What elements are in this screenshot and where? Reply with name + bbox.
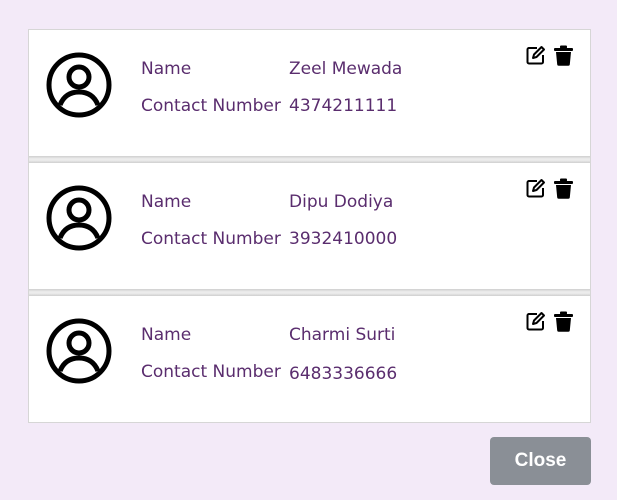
contact-number-label: Contact Number [141, 96, 281, 116]
contact-card: Name Charmi Surti Contact Number 6483336… [29, 296, 590, 422]
contact-number: 4374211111 [289, 96, 398, 116]
user-circle-icon [46, 318, 112, 384]
card-divider [29, 289, 590, 296]
contact-number: 6483336666 [289, 364, 398, 384]
name-label: Name [141, 59, 192, 79]
trash-icon[interactable] [553, 45, 574, 66]
contact-number: 3932410000 [289, 229, 398, 249]
card-actions [525, 45, 574, 66]
user-circle-icon [46, 52, 112, 118]
card-divider [29, 156, 590, 163]
user-circle-icon [46, 185, 112, 251]
name-label: Name [141, 192, 192, 212]
contact-card: Name Dipu Dodiya Contact Number 39324100… [29, 163, 590, 289]
contact-number-label: Contact Number [141, 229, 281, 249]
edit-icon[interactable] [525, 178, 546, 199]
edit-icon[interactable] [525, 45, 546, 66]
edit-icon[interactable] [525, 311, 546, 332]
contact-name: Charmi Surti [289, 325, 396, 345]
card-actions [525, 311, 574, 332]
trash-icon[interactable] [553, 178, 574, 199]
trash-icon[interactable] [553, 311, 574, 332]
name-label: Name [141, 325, 192, 345]
card-actions [525, 178, 574, 199]
contact-card: Name Zeel Mewada Contact Number 43742111… [29, 30, 590, 156]
contact-list: Name Zeel Mewada Contact Number 43742111… [28, 29, 591, 423]
close-button[interactable]: Close [490, 437, 591, 485]
contact-number-label: Contact Number [141, 362, 281, 382]
contact-name: Dipu Dodiya [289, 192, 394, 212]
contact-name: Zeel Mewada [289, 59, 403, 79]
